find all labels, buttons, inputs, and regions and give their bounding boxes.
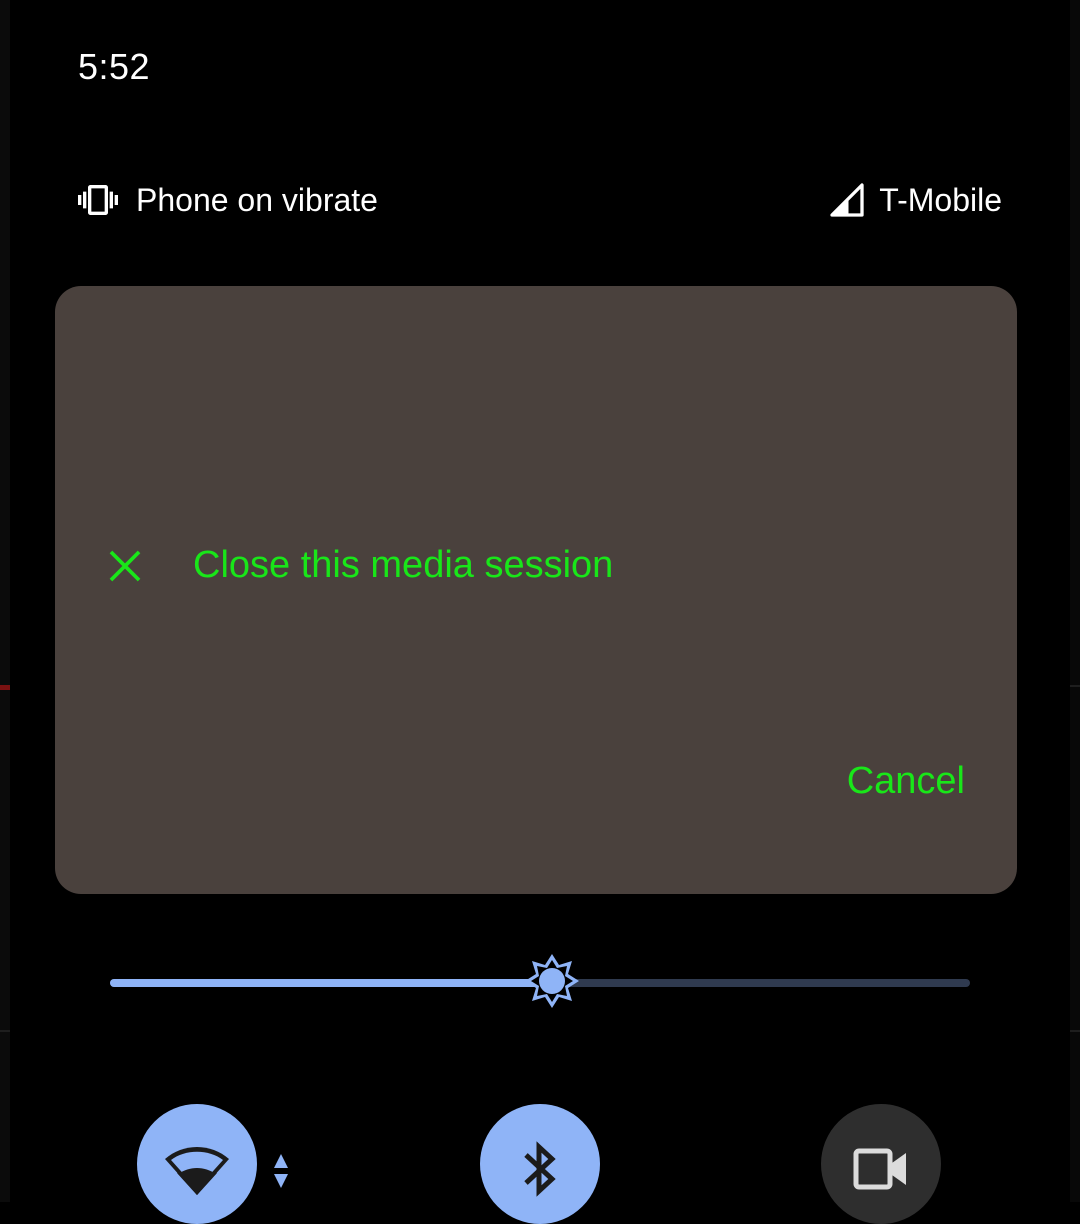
edge-divider bbox=[1070, 685, 1080, 687]
media-session-dialog: Close this media session Cancel bbox=[55, 286, 1017, 894]
edge-divider bbox=[1070, 1030, 1080, 1032]
video-camera-icon bbox=[846, 1134, 916, 1204]
bluetooth-icon bbox=[505, 1134, 575, 1204]
left-edge bbox=[0, 0, 10, 1202]
brightness-slider[interactable] bbox=[110, 953, 970, 1011]
brightness-track-fill bbox=[110, 979, 552, 987]
edge-divider bbox=[0, 1030, 10, 1032]
ringer-status[interactable]: Phone on vibrate bbox=[78, 180, 378, 220]
ringer-status-label: Phone on vibrate bbox=[136, 181, 378, 218]
screen-record-tile[interactable] bbox=[821, 1104, 941, 1224]
brightness-thumb[interactable] bbox=[524, 953, 580, 1011]
carrier-name: T-Mobile bbox=[879, 181, 1002, 218]
wifi-activity-icon bbox=[272, 1152, 290, 1192]
close-media-session-label: Close this media session bbox=[193, 544, 614, 586]
right-edge bbox=[1070, 0, 1080, 1202]
wifi-tile[interactable] bbox=[137, 1104, 257, 1224]
close-icon bbox=[105, 546, 145, 586]
bluetooth-tile[interactable] bbox=[480, 1104, 600, 1224]
vibrate-icon bbox=[78, 180, 118, 220]
cancel-button[interactable]: Cancel bbox=[847, 760, 965, 803]
status-bar-time: 5:52 bbox=[78, 46, 151, 87]
carrier-status[interactable]: T-Mobile bbox=[827, 180, 1002, 220]
edge-accent bbox=[0, 685, 10, 690]
wifi-icon bbox=[162, 1134, 232, 1204]
close-media-session-button[interactable]: Close this media session bbox=[105, 544, 613, 587]
brightness-icon bbox=[523, 952, 581, 1015]
cell-signal-icon bbox=[827, 180, 867, 220]
